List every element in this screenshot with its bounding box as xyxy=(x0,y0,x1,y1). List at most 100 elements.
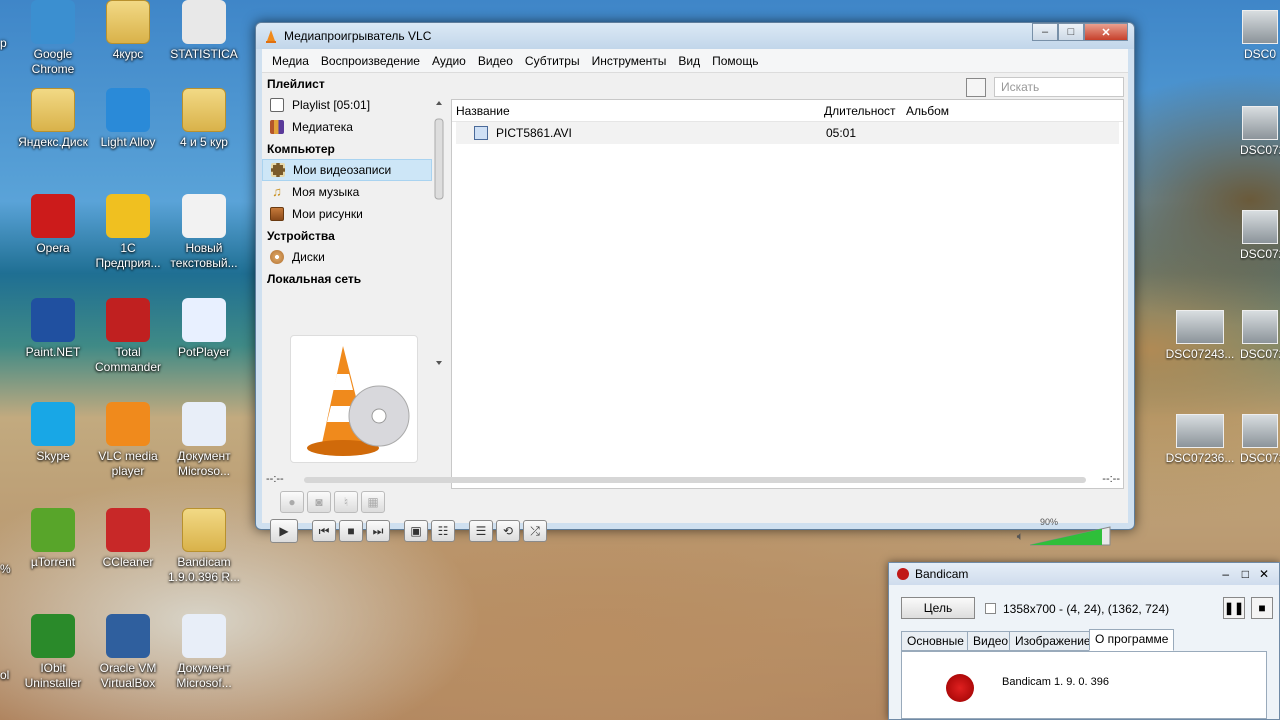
desktop-photo-icon[interactable]: DSC072 xyxy=(1240,106,1280,157)
desktop-icon[interactable]: STATISTICA xyxy=(165,0,243,62)
previous-button[interactable]: ⏮ xyxy=(312,520,336,542)
tab-video[interactable]: Видео xyxy=(967,631,1015,651)
bandicam-close-button[interactable]: ✕ xyxy=(1259,567,1269,581)
playlist-table: Название Длительност Альбом PICT5861.AVI… xyxy=(451,99,1124,489)
desktop-icon[interactable]: Яндекс.Диск xyxy=(14,88,92,150)
desktop-icon-label: µTorrent xyxy=(30,555,76,569)
txt-icon xyxy=(182,194,226,238)
sidebar-item-library[interactable]: Медиатека xyxy=(262,116,448,138)
sidebar-item-playlist[interactable]: Playlist [05:01] xyxy=(262,94,448,116)
desktop-icon-label: DSC072 xyxy=(1240,143,1280,157)
desktop-icon[interactable]: Light Alloy xyxy=(89,88,167,150)
desktop-icon[interactable]: Новый текстовый... xyxy=(165,194,243,271)
record-button[interactable]: ● xyxy=(280,491,304,513)
desktop-icon[interactable]: Oracle VM VirtualBox xyxy=(89,614,167,691)
target-button[interactable]: Цель xyxy=(901,597,975,619)
snapshot-button[interactable]: ◙ xyxy=(307,491,331,513)
bandicam-minimize-button[interactable]: – xyxy=(1222,567,1229,581)
desktop-photo-icon[interactable]: DSC072 xyxy=(1240,310,1280,361)
pause-button[interactable]: ❚❚ xyxy=(1223,597,1245,619)
sidebar: Плейлист Playlist [05:01] Медиатека Комп… xyxy=(262,73,448,467)
desktop-icon[interactable]: Skype xyxy=(14,402,92,464)
playlist-view-button[interactable] xyxy=(966,78,986,97)
column-album[interactable]: Альбом xyxy=(906,104,949,118)
menu-media[interactable]: Медиа xyxy=(266,54,315,68)
menu-help[interactable]: Помощь xyxy=(706,54,764,68)
desktop-icon[interactable]: IObit Uninstaller xyxy=(14,614,92,691)
tab-image[interactable]: Изображение xyxy=(1009,631,1097,651)
search-input[interactable]: Искать xyxy=(994,77,1124,97)
total-commander-icon xyxy=(106,298,150,342)
minimize-button[interactable]: – xyxy=(1032,23,1058,41)
seek-slider[interactable] xyxy=(304,477,1086,483)
desktop-icon-label: Документ Microso... xyxy=(177,449,231,478)
desktop-icon[interactable]: Total Commander xyxy=(89,298,167,375)
sidebar-item-label: Playlist [05:01] xyxy=(292,98,371,112)
sidebar-item-label: Медиатека xyxy=(292,120,353,134)
column-name[interactable]: Название xyxy=(452,104,824,118)
photo-thumbnail-icon xyxy=(1242,210,1278,244)
video-file-icon xyxy=(474,126,488,140)
next-button[interactable]: ⏭ xyxy=(366,520,390,542)
desktop-icon[interactable]: 1С Предприя... xyxy=(89,194,167,271)
skype-icon xyxy=(31,402,75,446)
bandicam-maximize-button[interactable]: □ xyxy=(1242,567,1249,581)
loop-ab-button[interactable]: ♮ xyxy=(334,491,358,513)
bandicam-window: Bandicam – □ ✕ Цель 1358x700 - (4, 24), … xyxy=(888,562,1280,720)
chrome-icon xyxy=(31,0,75,44)
maximize-button[interactable]: □ xyxy=(1058,23,1084,41)
toggle-playlist-button[interactable]: ☰ xyxy=(469,520,493,542)
desktop-icon-label-partial: p xyxy=(0,36,7,50)
desktop-icon[interactable]: µTorrent xyxy=(14,508,92,570)
bandicam-titlebar[interactable]: Bandicam – □ ✕ xyxy=(889,563,1279,585)
frame-step-button[interactable]: ▦ xyxy=(361,491,385,513)
desktop-icon[interactable]: CCleaner xyxy=(89,508,167,570)
tab-general[interactable]: Основные xyxy=(901,631,970,651)
desktop-icon[interactable]: Opera xyxy=(14,194,92,256)
menu-view[interactable]: Вид xyxy=(672,54,706,68)
fullscreen-button[interactable]: ▣ xyxy=(404,520,428,542)
speaker-icon[interactable]: 🔈︎ xyxy=(1017,529,1024,544)
desktop-icon[interactable]: 4курс xyxy=(89,0,167,62)
desktop-icon[interactable]: Документ Microsof... xyxy=(165,614,243,691)
desktop-icon[interactable]: Документ Microso... xyxy=(165,402,243,479)
volume-slider[interactable]: 90% xyxy=(1029,517,1112,547)
desktop-photo-icon[interactable]: DSC07236... xyxy=(1160,414,1240,465)
photo-thumbnail-icon xyxy=(1242,310,1278,344)
close-button[interactable]: ✕ xyxy=(1084,23,1128,41)
play-button[interactable]: ▶ xyxy=(270,519,298,543)
film-icon xyxy=(271,163,285,177)
table-row[interactable]: PICT5861.AVI 05:01 xyxy=(456,122,1119,144)
desktop-icon[interactable]: Paint.NET xyxy=(14,298,92,360)
menu-video[interactable]: Видео xyxy=(472,54,519,68)
stop-button[interactable]: ■ xyxy=(339,520,363,542)
stop-record-button[interactable]: ■ xyxy=(1251,597,1273,619)
menu-subtitles[interactable]: Субтитры xyxy=(519,54,586,68)
menu-playback[interactable]: Воспроизведение xyxy=(315,54,426,68)
tab-about[interactable]: О программе xyxy=(1089,629,1175,651)
desktop-photo-icon[interactable]: DSC07243... xyxy=(1160,310,1240,361)
sidebar-item-my-pictures[interactable]: Мои рисунки xyxy=(262,203,448,225)
menu-audio[interactable]: Аудио xyxy=(426,54,472,68)
desktop-photo-icon[interactable]: DSC072 xyxy=(1240,210,1280,261)
desktop-icon[interactable]: Bandicam 1.9.0.396 R... xyxy=(165,508,243,585)
loop-button[interactable]: ⟲ xyxy=(496,520,520,542)
desktop-photo-icon[interactable]: DSC072 xyxy=(1240,414,1280,465)
menu-tools[interactable]: Инструменты xyxy=(586,54,673,68)
sidebar-item-discs[interactable]: Диски xyxy=(262,246,448,268)
sidebar-scrollbar[interactable] xyxy=(434,99,444,367)
extended-settings-button[interactable]: ☷ xyxy=(431,520,455,542)
ccleaner-icon xyxy=(106,508,150,552)
desktop-icon[interactable]: PotPlayer xyxy=(165,298,243,360)
shuffle-button[interactable]: ⤮ xyxy=(523,520,547,542)
column-duration[interactable]: Длительност xyxy=(824,104,906,118)
sidebar-item-my-videos[interactable]: Мои видеозаписи xyxy=(262,159,432,181)
desktop-icon[interactable]: VLC media player xyxy=(89,402,167,479)
desktop-icon-label: Google Chrome xyxy=(31,47,75,76)
vlc-titlebar[interactable]: Медиапроигрыватель VLC – □ ✕ xyxy=(256,23,1134,49)
sidebar-item-my-music[interactable]: ♫ Моя музыка xyxy=(262,181,448,203)
desktop-photo-icon[interactable]: DSC0 xyxy=(1240,10,1280,61)
desktop-icon[interactable]: Google Chrome xyxy=(14,0,92,77)
region-checkbox[interactable] xyxy=(985,603,996,614)
desktop-icon[interactable]: 4 и 5 кур xyxy=(165,88,243,150)
